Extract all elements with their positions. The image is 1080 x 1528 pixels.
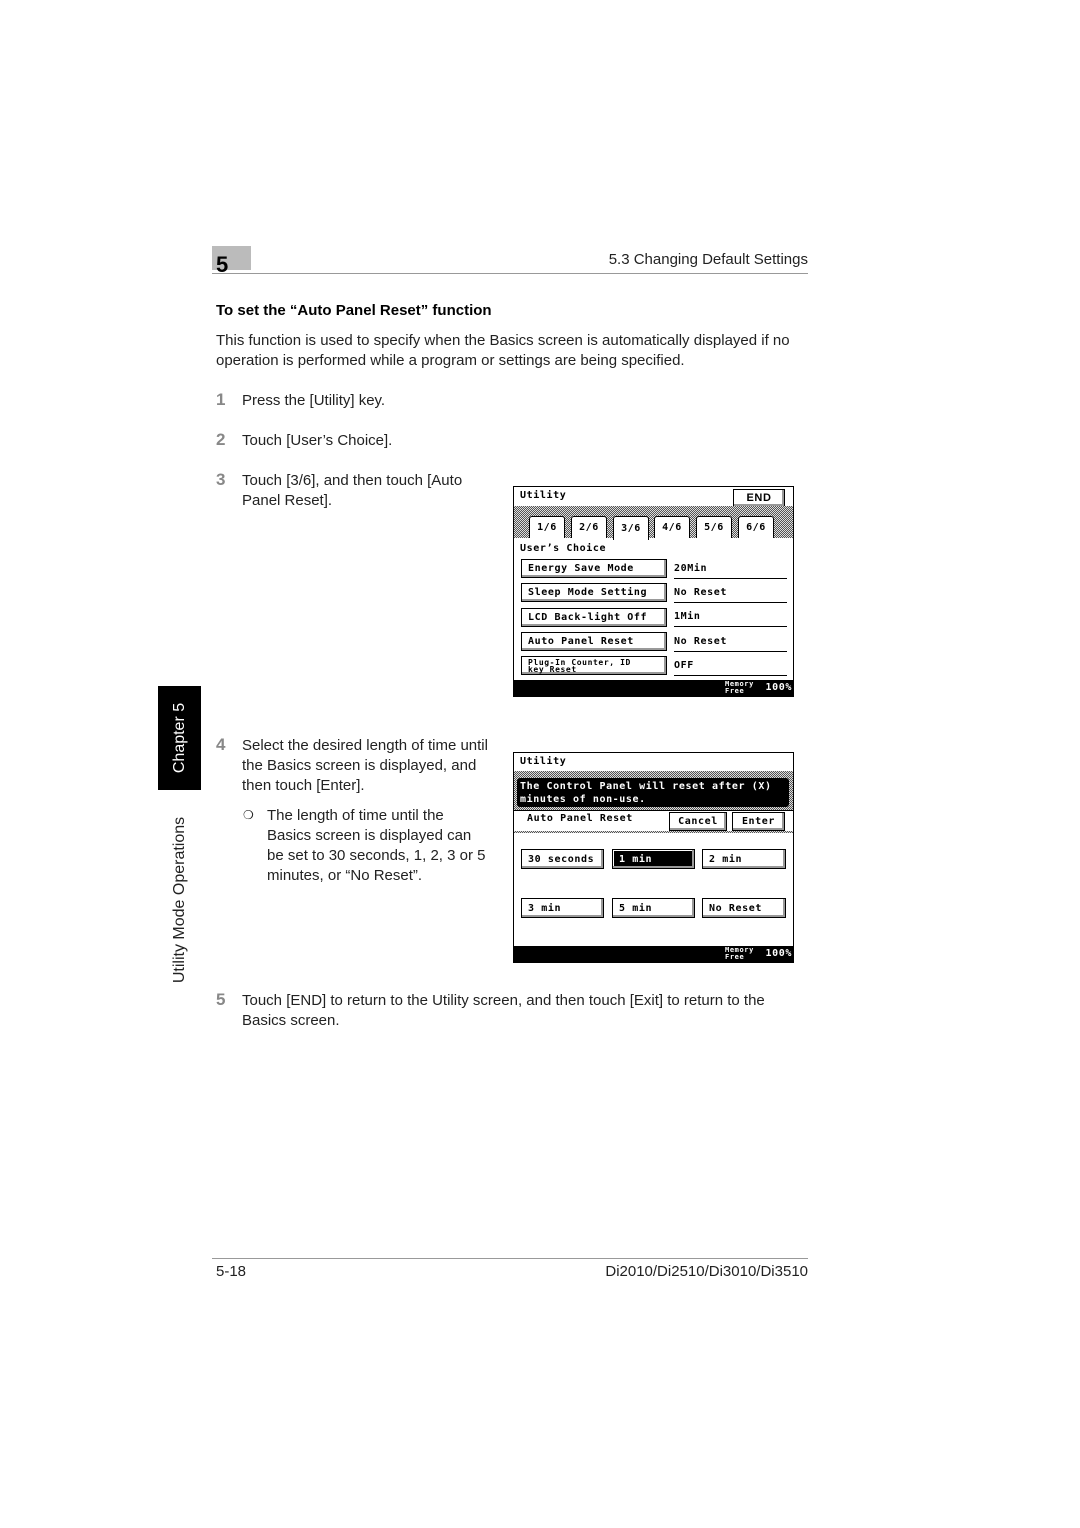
tab-4-6[interactable]: 4/6 — [654, 516, 690, 538]
note-text: The length of time until the Basics scre… — [267, 807, 486, 884]
lcd-backlight-off-value: 1Min — [674, 609, 787, 627]
auto-panel-reset-value: No Reset — [674, 634, 787, 652]
sleep-mode-setting-button[interactable]: Sleep Mode Setting — [521, 583, 667, 602]
lcd-backlight-off-button[interactable]: LCD Back-light Off — [521, 608, 667, 627]
option-5-min[interactable]: 5 min — [612, 898, 695, 918]
enter-button[interactable]: Enter — [732, 812, 785, 831]
step-number: 4 — [216, 735, 226, 754]
model-names: Di2010/Di2510/Di3010/Di3510 — [605, 1263, 808, 1280]
auto-panel-reset-screen: Utility The Control Panel will reset aft… — [513, 752, 794, 963]
energy-save-mode-value: 20Min — [674, 561, 787, 579]
page-number: 5-18 — [216, 1263, 247, 1280]
status-bar: Memory Free 100% — [514, 946, 793, 962]
utility-screen-users-choice: Utility END 1/6 2/6 3/6 4/6 5/6 6/6 User… — [513, 486, 794, 697]
memory-free-value: 100% — [765, 948, 792, 959]
tab-5-6[interactable]: 5/6 — [696, 516, 732, 538]
screen-title: Utility — [520, 756, 567, 767]
memory-free-label: Memory Free — [725, 946, 754, 961]
screen-subtitle: User’s Choice — [520, 543, 607, 554]
tab-2-6[interactable]: 2/6 — [571, 516, 607, 538]
status-bar: Memory Free 100% — [514, 680, 793, 696]
section-tab: Utility Mode Operations — [158, 795, 201, 1005]
plug-in-counter-button[interactable]: Plug-In Counter, ID key Reset — [521, 656, 667, 675]
chapter-tab-label: Chapter 5 — [170, 702, 188, 774]
step-text: Touch [END] to return to the Utility scr… — [242, 992, 765, 1029]
tab-3-6[interactable]: 3/6 — [613, 516, 649, 540]
manual-page: 5 5.3 Changing Default Settings Chapter … — [0, 0, 1080, 1528]
tab-band: 1/6 2/6 3/6 4/6 5/6 6/6 — [514, 506, 793, 540]
step-text: Touch [3/6], and then touch [Auto Panel … — [242, 472, 463, 509]
tab-6-6[interactable]: 6/6 — [738, 516, 774, 538]
end-button[interactable]: END — [733, 489, 785, 507]
plug-in-counter-value: OFF — [674, 658, 787, 676]
screen-title: Utility — [520, 490, 567, 501]
memory-free-value: 100% — [765, 682, 792, 693]
message-box: The Control Panel will reset after (X) m… — [517, 778, 789, 807]
chapter-number: 5 — [216, 252, 229, 277]
energy-save-mode-button[interactable]: Energy Save Mode — [521, 559, 667, 578]
chapter-tab: Chapter 5 — [158, 686, 201, 790]
option-3-min[interactable]: 3 min — [521, 898, 604, 918]
step-number: 2 — [216, 430, 226, 449]
option-no-reset[interactable]: No Reset — [702, 898, 786, 918]
step-number: 1 — [216, 390, 226, 409]
option-2-min[interactable]: 2 min — [702, 849, 786, 869]
header-rule — [212, 273, 808, 274]
sleep-mode-setting-value: No Reset — [674, 585, 787, 603]
footer-rule — [212, 1258, 808, 1259]
heading: To set the “Auto Panel Reset” function — [216, 302, 492, 319]
cancel-button[interactable]: Cancel — [669, 812, 727, 831]
section-tab-label: Utility Mode Operations — [170, 816, 188, 984]
step-number: 3 — [216, 470, 226, 489]
auto-panel-reset-button[interactable]: Auto Panel Reset — [521, 632, 667, 651]
step-text: Select the desired length of time until … — [242, 737, 488, 794]
step-text: Press the [Utility] key. — [242, 392, 386, 409]
section-title: 5.3 Changing Default Settings — [608, 251, 808, 268]
step-number: 5 — [216, 990, 226, 1009]
option-30-seconds[interactable]: 30 seconds — [521, 849, 604, 869]
screen-subtitle: Auto Panel Reset — [527, 813, 633, 824]
note-bullet: ❍ — [243, 808, 254, 822]
intro-paragraph: This function is used to specify when th… — [216, 332, 790, 369]
tab-1-6[interactable]: 1/6 — [529, 516, 565, 538]
step-text: Touch [User’s Choice]. — [242, 432, 393, 449]
memory-free-label: Memory Free — [725, 680, 754, 695]
option-1-min[interactable]: 1 min — [612, 849, 695, 869]
